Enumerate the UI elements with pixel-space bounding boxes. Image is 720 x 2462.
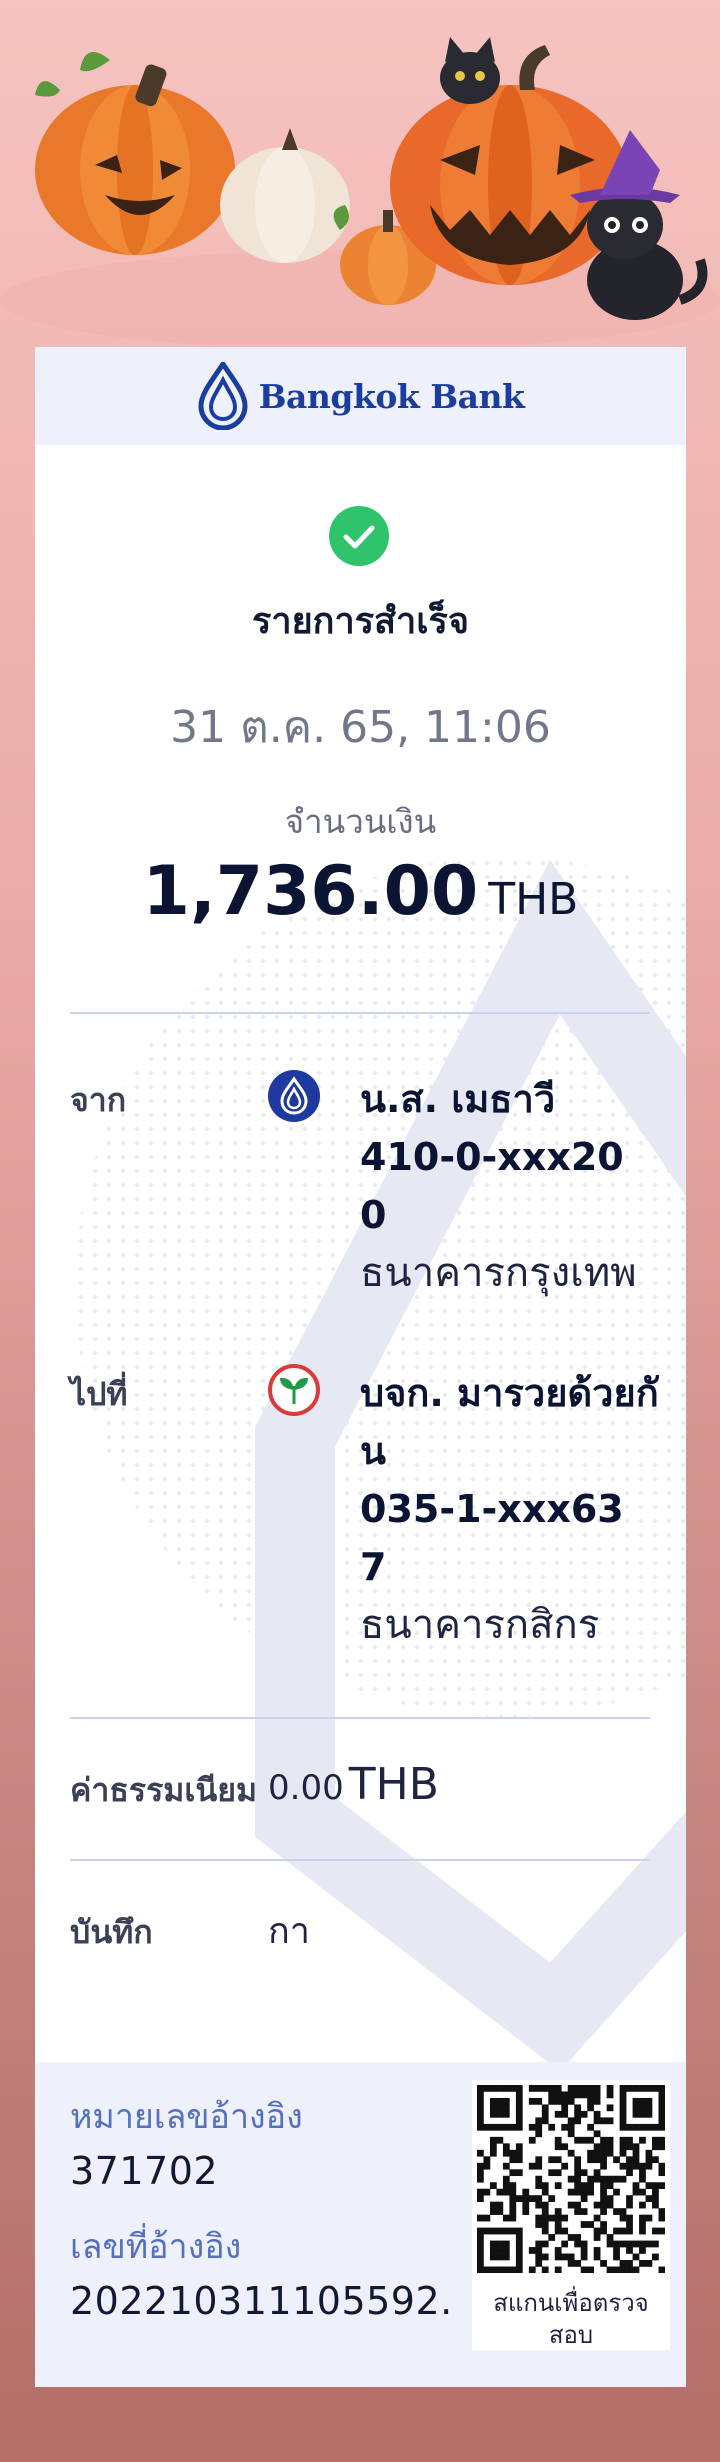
kasikorn-bank-logo-icon (268, 1364, 320, 1416)
halloween-banner-illustration (0, 37, 720, 345)
status-title: รายการสำเร็จ (252, 601, 469, 642)
check-circle-icon (328, 505, 390, 567)
qr-code-box[interactable]: สแกนเพื่อตรวจสอบ (472, 2080, 670, 2350)
amount-currency: THB (488, 874, 579, 925)
fee-value: 0.00 (268, 1768, 344, 1808)
transaction-ref-value: 202210311105592. (70, 2279, 453, 2323)
qr-code-icon[interactable] (477, 2085, 665, 2273)
reference-number-label: หมายเลขอ้างอิง (70, 2097, 303, 2137)
pumpkin-right-icon (390, 45, 630, 285)
to-bank: ธนาคารกสิกร (360, 1602, 600, 1648)
memo-value: กา (268, 1911, 311, 1952)
amount-label: จำนวนเงิน (284, 802, 437, 841)
divider (70, 1717, 650, 1719)
reference-footer: หมายเลขอ้างอิง 371702 เลขที่อ้างอิง 2022… (35, 2062, 686, 2387)
black-cat-top-icon (440, 37, 500, 104)
white-pumpkin-icon (220, 128, 350, 263)
pumpkin-left-icon (35, 52, 235, 255)
divider (70, 1859, 650, 1861)
amount-value: 1,736.00 (142, 852, 479, 931)
memo-label: บันทึก (70, 1913, 153, 1951)
amount-row: 1,736.00 THB (35, 852, 686, 931)
transaction-ref-label: เลขที่อ้างอิง (70, 2227, 242, 2267)
from-account: 410-0-xxx200 (360, 1135, 624, 1237)
bank-header: Bangkok Bank (35, 347, 686, 445)
reference-number-value: 371702 (70, 2149, 219, 2193)
fee-amount: 0.00 THB (268, 1759, 439, 1810)
from-name: น.ส. เมธาวี (360, 1077, 556, 1121)
to-name: บจก. มารวยด้วยกัน (360, 1371, 659, 1473)
from-label: จาก (70, 1081, 127, 1119)
bangkok-bank-logo-icon (198, 362, 248, 430)
bank-brand: Bangkok Bank (197, 362, 525, 430)
to-account: 035-1-xxx637 (360, 1487, 624, 1589)
divider (70, 1012, 650, 1014)
bangkok-bank-logo-icon (268, 1070, 320, 1122)
transaction-datetime: 31 ต.ค. 65, 11:06 (170, 702, 551, 753)
qr-caption: สแกนเพื่อตรวจสอบ (493, 2289, 649, 2349)
fee-label: ค่าธรรมเนียม (70, 1771, 258, 1809)
to-label: ไปที่ (70, 1375, 128, 1413)
fee-currency: THB (348, 1759, 439, 1810)
bank-name: Bangkok Bank (258, 376, 525, 416)
transaction-slip-card: Bangkok Bank รายการสำเร็จ 31 ต.ค. 65, 11… (35, 347, 686, 2387)
from-bank: ธนาคารกรุงเทพ (360, 1250, 637, 1296)
